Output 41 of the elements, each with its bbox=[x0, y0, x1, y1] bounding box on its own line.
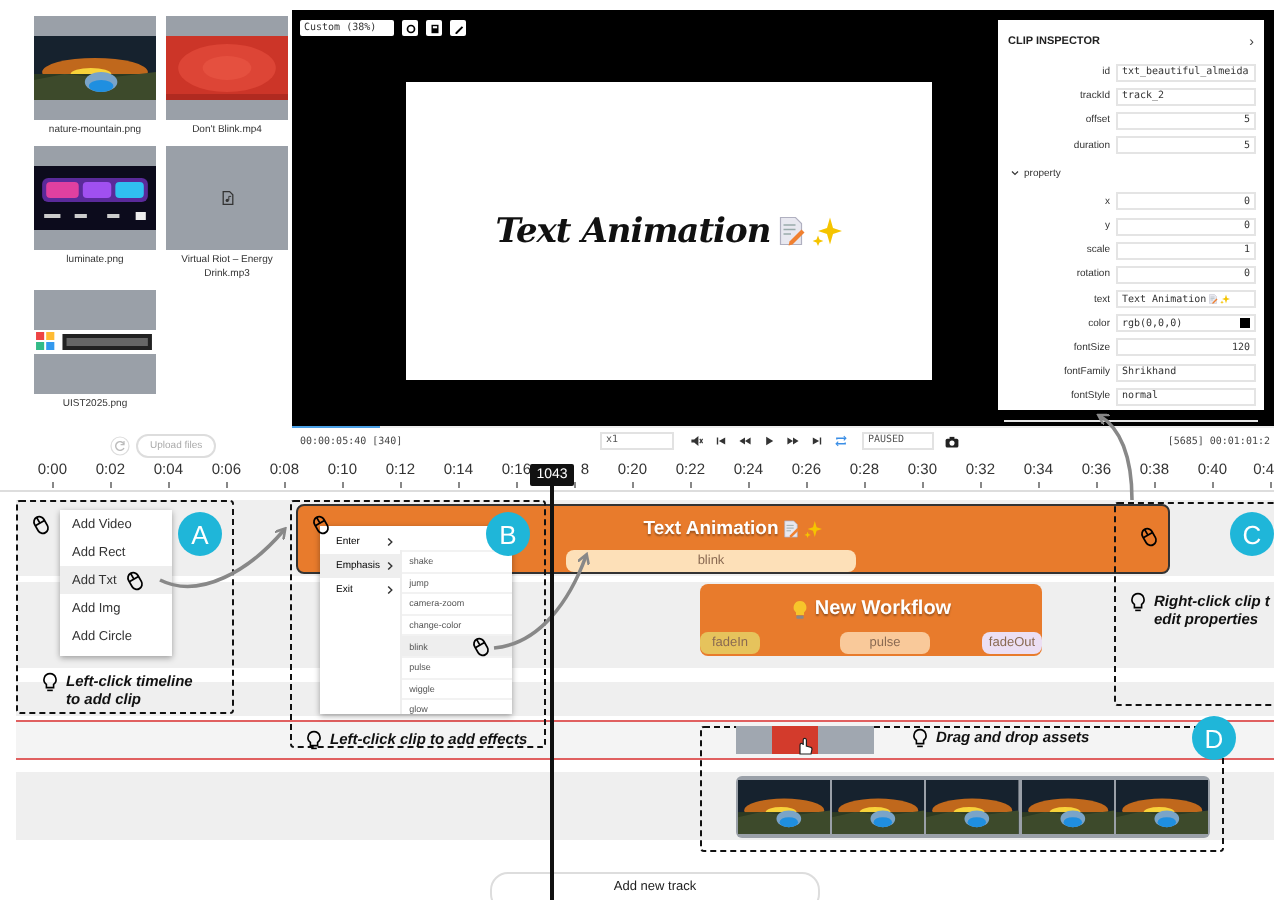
color-swatch[interactable] bbox=[1240, 318, 1250, 329]
lightbulb-icon bbox=[40, 672, 60, 692]
asset-thumbnail[interactable] bbox=[34, 290, 156, 394]
loop-icon[interactable] bbox=[834, 434, 848, 448]
curved-arrow bbox=[159, 527, 287, 588]
lightbulb-icon bbox=[910, 728, 930, 748]
sparkle-icon bbox=[812, 216, 843, 246]
skip-end-icon[interactable] bbox=[810, 434, 824, 448]
asset-thumbnail[interactable] bbox=[34, 16, 156, 120]
chevron-icon[interactable] bbox=[1010, 168, 1020, 179]
lightbulb-icon bbox=[790, 599, 811, 619]
clip-title: Text Animation bbox=[643, 518, 779, 540]
asset-thumbnail[interactable] bbox=[166, 146, 288, 250]
canvas-text: Text Animation bbox=[495, 211, 771, 251]
mouse-icon bbox=[470, 636, 492, 658]
skip-start-icon[interactable] bbox=[714, 434, 728, 448]
memo-icon bbox=[782, 520, 801, 538]
mouse-icon bbox=[30, 514, 52, 536]
camera-icon[interactable] bbox=[944, 433, 960, 449]
lightbulb-icon bbox=[304, 730, 324, 750]
memo-icon bbox=[1208, 294, 1219, 305]
mute-icon[interactable] bbox=[690, 434, 704, 448]
mouse-icon bbox=[124, 570, 146, 592]
mouse-icon bbox=[1138, 526, 1160, 548]
dragged-asset[interactable] bbox=[736, 726, 874, 754]
timeline-clip[interactable] bbox=[736, 776, 1210, 838]
fast-forward-icon[interactable] bbox=[786, 434, 800, 448]
sparkle-icon bbox=[804, 520, 823, 538]
save-icon[interactable] bbox=[427, 21, 441, 35]
play-icon[interactable] bbox=[762, 434, 776, 448]
mouse-icon bbox=[310, 514, 332, 536]
asset-thumbnail[interactable] bbox=[166, 16, 288, 120]
pencil-icon[interactable] bbox=[451, 21, 465, 35]
audio-file-icon bbox=[219, 190, 235, 206]
lightbulb-icon bbox=[1128, 592, 1148, 612]
sparkle-icon bbox=[1220, 294, 1231, 305]
asset-thumbnail[interactable] bbox=[34, 146, 156, 250]
curved-arrow bbox=[493, 552, 590, 650]
memo-icon bbox=[776, 216, 807, 246]
clip-title: New Workflow bbox=[814, 598, 952, 620]
rewind-icon[interactable] bbox=[738, 434, 752, 448]
